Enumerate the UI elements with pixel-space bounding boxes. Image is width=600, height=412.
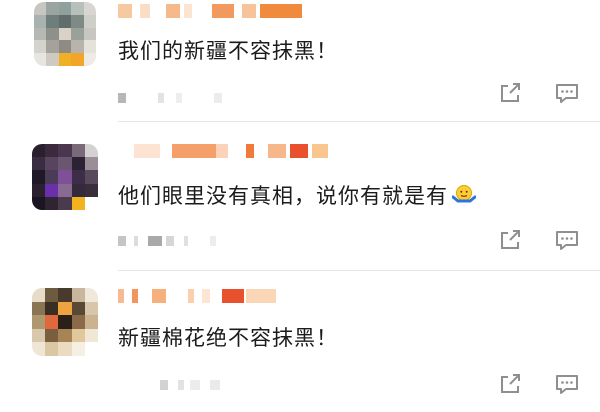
share-button[interactable] [498, 372, 524, 396]
avatar[interactable] [32, 144, 98, 210]
username-redacted [118, 4, 308, 18]
avatar[interactable] [34, 2, 96, 66]
comment-text: 新疆棉花绝不容抹黑！ [118, 326, 338, 350]
share-icon [501, 374, 520, 393]
comment-text: 他们眼里没有真相，说你有就是有 [118, 180, 477, 210]
reply-button[interactable] [554, 228, 580, 252]
reply-button[interactable] [554, 372, 580, 396]
comment-item: 我们的新疆不容抹黑！ [0, 0, 600, 122]
username-redacted [118, 144, 328, 158]
comment-meta-redacted [118, 236, 228, 246]
comment-icon [556, 375, 578, 394]
reply-button[interactable] [554, 81, 580, 105]
share-button[interactable] [498, 228, 524, 252]
comment-meta-redacted [118, 93, 228, 103]
share-icon [501, 83, 520, 102]
comment-item: 新疆棉花绝不容抹黑！ [0, 271, 600, 412]
avatar[interactable] [32, 288, 98, 356]
comment-meta-redacted [118, 380, 228, 390]
username-redacted [118, 289, 288, 303]
comment-icon [556, 231, 578, 250]
comment-text-label: 他们眼里没有真相，说你有就是有 [118, 184, 448, 208]
shrug-emoji-icon [451, 184, 477, 206]
share-icon [501, 230, 520, 249]
comment-text: 我们的新疆不容抹黑！ [118, 39, 338, 63]
share-button[interactable] [498, 81, 524, 105]
comment-item: 他们眼里没有真相，说你有就是有 [0, 122, 600, 271]
comment-icon [556, 84, 578, 103]
